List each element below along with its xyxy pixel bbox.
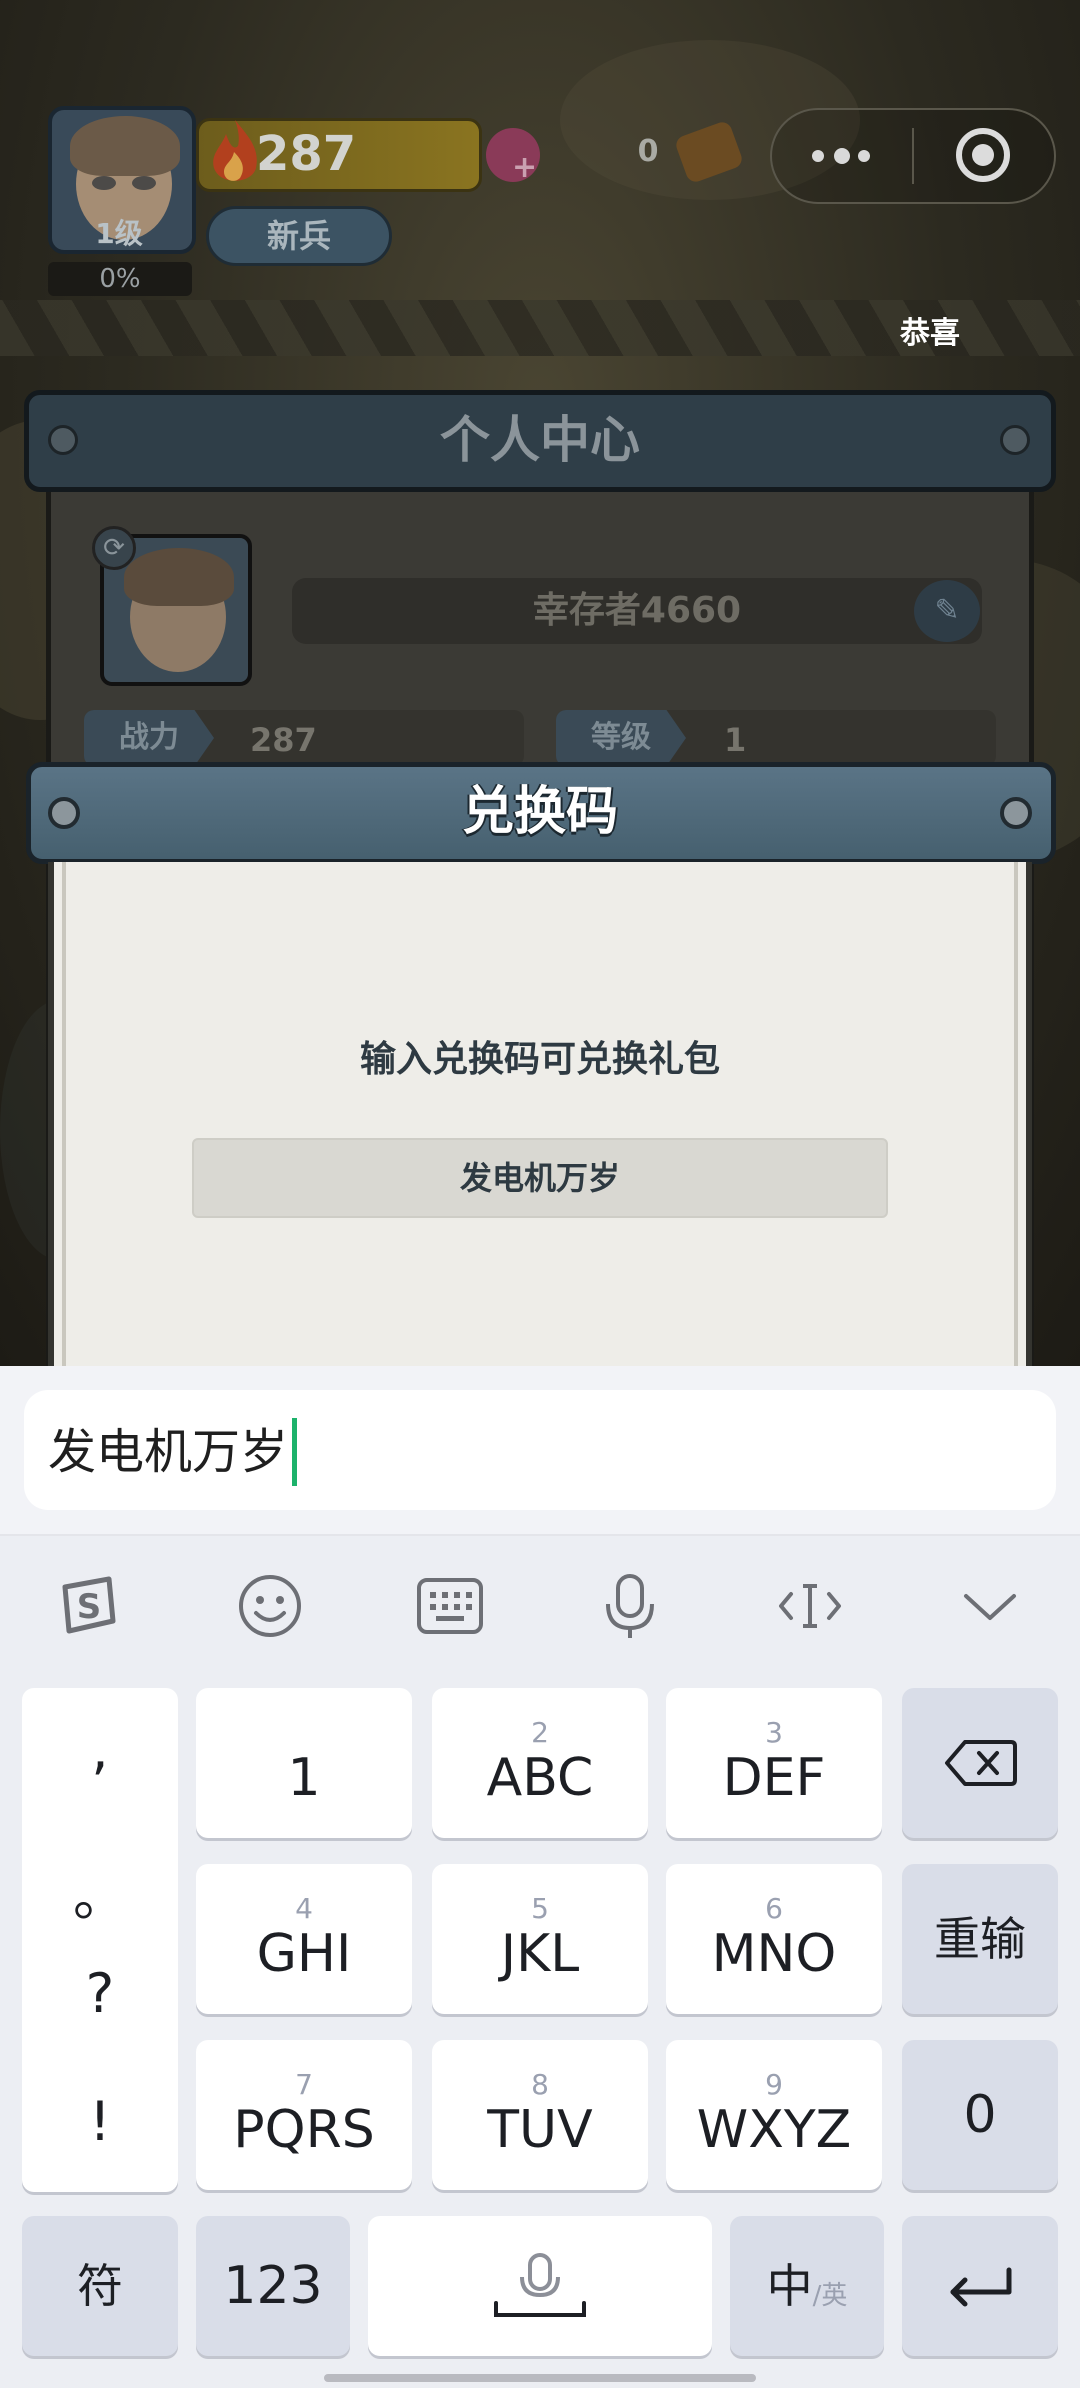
bolt-icon — [48, 425, 78, 455]
emoji-icon[interactable] — [234, 1570, 306, 1642]
key-1[interactable]: 1 — [196, 1688, 412, 1838]
power-stat-value: 287 — [250, 721, 317, 759]
bolt-icon — [1000, 797, 1032, 829]
svg-text:S: S — [77, 1587, 102, 1627]
close-miniprogram-icon[interactable] — [956, 128, 1010, 182]
redeem-dialog-title: 兑换码 — [461, 782, 618, 842]
key-9-wxyz[interactable]: 9 WXYZ — [666, 2040, 882, 2190]
home-indicator[interactable] — [324, 2374, 756, 2382]
player-name-field: 幸存者4660 — [292, 578, 982, 644]
enter-key[interactable] — [902, 2216, 1058, 2356]
level-stat-value: 1 — [724, 721, 747, 759]
key-4-ghi[interactable]: 4 GHI — [196, 1864, 412, 2014]
enter-icon — [950, 2267, 1012, 2307]
resource-count: 0 — [637, 134, 659, 169]
microphone-icon[interactable] — [594, 1570, 666, 1642]
key-8-tuv[interactable]: 8 TUV — [432, 2040, 648, 2190]
key-5-jkl[interactable]: 5 JKL — [432, 1864, 648, 2014]
key-0[interactable]: 0 — [902, 2040, 1058, 2190]
ime-toolbar — [0, 1536, 1080, 1674]
bolt-icon — [1000, 425, 1030, 455]
cursor-move-icon[interactable] — [774, 1570, 846, 1642]
symbols-key[interactable]: 符 — [22, 2216, 178, 2356]
personal-center-title: 个人中心 — [440, 411, 640, 469]
punct-period[interactable]: 。 — [22, 1852, 178, 1931]
reset-key[interactable]: 重输 — [902, 1864, 1058, 2014]
collapse-chevron-icon[interactable] — [954, 1570, 1026, 1642]
capsule-divider — [912, 128, 914, 184]
bolt-icon — [48, 797, 80, 829]
numbers-key[interactable]: 123 — [196, 2216, 350, 2356]
backspace-key[interactable] — [902, 1688, 1058, 1838]
key-2-abc[interactable]: 2 ABC — [432, 1688, 648, 1838]
punct-comma[interactable]: , — [22, 1718, 178, 1781]
key-3-def[interactable]: 3 DEF — [666, 1688, 882, 1838]
announcement-text: 恭喜 — [900, 316, 960, 351]
ime-composition-text: 发电机万岁 — [48, 1424, 289, 1480]
key-6-mno[interactable]: 6 MNO — [666, 1864, 882, 2014]
punct-exclaim[interactable]: ! — [22, 2090, 178, 2153]
power-stat-label: 战力 — [84, 710, 214, 766]
xp-progress: 0% — [48, 262, 192, 296]
voice-space-icon — [494, 2253, 586, 2317]
redeem-code-input[interactable]: 发电机万岁 — [192, 1138, 888, 1218]
sogou-logo-icon[interactable]: S — [52, 1570, 124, 1642]
redeem-dialog-body — [48, 862, 1032, 1382]
rank-button[interactable]: 新兵 — [206, 206, 392, 266]
redeem-hint: 输入兑换码可兑换礼包 — [359, 1039, 720, 1080]
refresh-avatar-icon[interactable]: ⟳ — [92, 526, 136, 570]
keyboard-icon[interactable] — [414, 1570, 486, 1642]
backspace-icon — [945, 1740, 1017, 1786]
key-7-pqrs[interactable]: 7 PQRS — [196, 2040, 412, 2190]
text-caret — [292, 1418, 297, 1486]
add-gem-icon[interactable]: + — [512, 150, 537, 185]
player-level-badge: 1级 — [95, 217, 143, 250]
level-stat-label: 等级 — [556, 710, 686, 766]
space-key[interactable] — [368, 2216, 712, 2356]
language-switch-key[interactable]: 中/英 — [730, 2216, 884, 2356]
edit-name-icon[interactable]: ✎ — [914, 580, 980, 642]
more-options-icon[interactable] — [808, 138, 872, 174]
power-value: 287 — [256, 126, 357, 182]
punct-question[interactable]: ? — [22, 1962, 178, 2025]
